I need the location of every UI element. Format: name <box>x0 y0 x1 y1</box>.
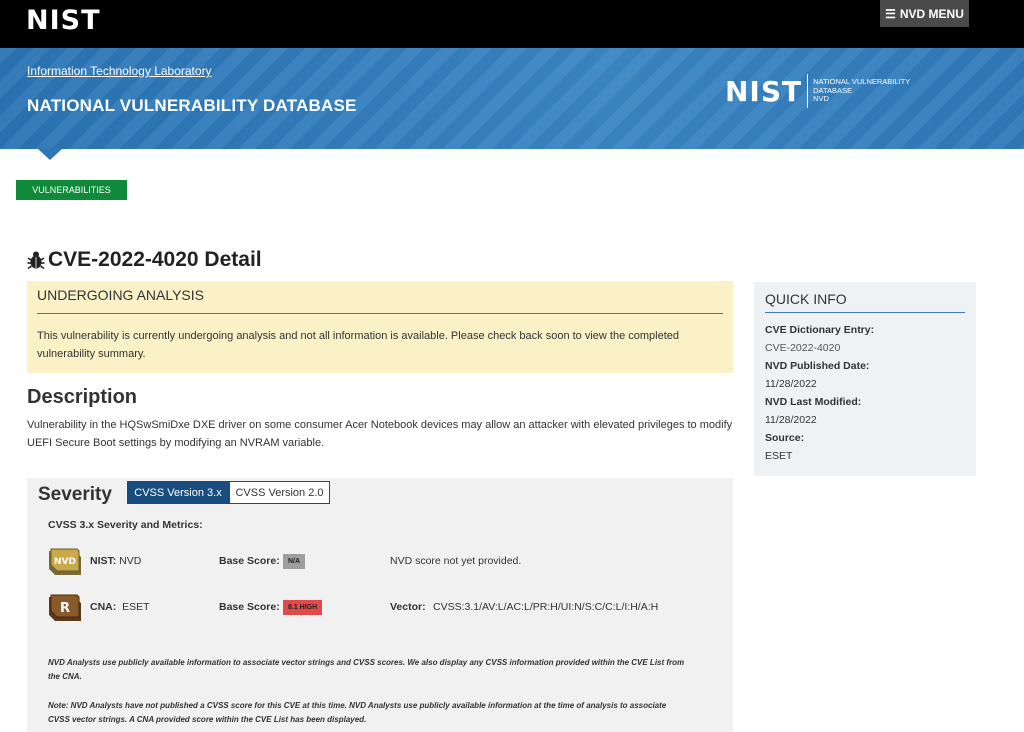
nist-score-note: NVD score not yet provided. <box>390 555 522 567</box>
nvd-menu-button[interactable]: ☰ NVD MENU <box>880 0 969 27</box>
description-text: Vulnerability in the HQSwSmiDxe DXE driv… <box>27 419 733 449</box>
nist-logo[interactable]: NIST <box>26 5 101 36</box>
vector-label: Vector: <box>390 601 426 613</box>
published-date-label: NVD Published Date: <box>765 360 870 372</box>
source-label: Source: <box>765 432 805 444</box>
page-title: CVE-2022-4020 Detail <box>27 248 262 272</box>
tab-cvss-3x[interactable]: CVSS Version 3.x <box>127 481 229 504</box>
cna-badge-icon: R <box>49 594 81 621</box>
nvd-menu-label: NVD MENU <box>899 6 964 21</box>
analysis-text: This vulnerability is currently undergoi… <box>37 330 680 360</box>
cna-score-row: R CNA: ESET Base Score: 8.1 HIGH Vector:… <box>47 593 727 623</box>
cvss-note: Note: NVD Analysts have not published a … <box>48 701 667 724</box>
analysis-divider <box>37 313 723 314</box>
svg-text:NVD: NVD <box>54 557 76 567</box>
cna-score-badge[interactable]: 8.1 HIGH <box>283 600 323 615</box>
last-modified-label: NVD Last Modified: <box>765 396 862 408</box>
quick-info-panel: QUICK INFO CVE Dictionary Entry: CVE-202… <box>754 282 976 476</box>
banner-notch <box>38 149 62 160</box>
severity-panel: Severity CVSS Version 3.x CVSS Version 2… <box>27 478 733 732</box>
last-modified-value: 11/28/2022 <box>765 414 817 426</box>
nvd-badge-icon: NVD <box>49 548 81 575</box>
nvd-analyst-note: NVD Analysts use publicly available info… <box>48 658 685 681</box>
nist-score-badge: N/A <box>283 554 306 569</box>
quick-info-heading: QUICK INFO <box>765 291 847 307</box>
banner: Information Technology Laboratory NATION… <box>0 48 1024 149</box>
severity-heading: Severity <box>38 484 112 505</box>
bug-icon <box>27 251 45 270</box>
base-score-label: Base Score: <box>219 601 280 613</box>
top-bar: NIST ☰ NVD MENU <box>0 0 1024 48</box>
vulnerabilities-tab[interactable]: VULNERABILITIES <box>16 180 127 200</box>
description-heading: Description <box>27 386 138 408</box>
dictionary-entry-link[interactable]: CVE-2022-4020 <box>765 342 840 354</box>
itl-link[interactable]: Information Technology Laboratory <box>27 64 212 78</box>
menu-icon: ☰ <box>885 6 896 21</box>
nvd-logo[interactable]: NIST NATIONAL VULNERABILITY DATABASE NVD <box>725 74 910 108</box>
nvd-title: NATIONAL VULNERABILITY DATABASE <box>27 96 357 115</box>
quick-info-divider <box>765 312 965 313</box>
nvd-logo-text: NATIONAL VULNERABILITY DATABASE NVD <box>813 77 911 104</box>
cna-label: CNA: ESET <box>90 601 150 613</box>
nist-score-row: NVD NIST: NVD Base Score: N/A NVD score … <box>47 547 727 577</box>
analysis-notice: UNDERGOING ANALYSIS This vulnerability i… <box>27 281 733 373</box>
metrics-heading: CVSS 3.x Severity and Metrics: <box>48 519 203 531</box>
nvd-logo-nist: NIST <box>725 74 803 108</box>
published-date-value: 11/28/2022 <box>765 378 817 390</box>
tab-cvss-2[interactable]: CVSS Version 2.0 <box>229 481 330 504</box>
svg-text:R: R <box>60 601 70 616</box>
dictionary-entry-label: CVE Dictionary Entry: <box>765 324 875 336</box>
nvd-logo-divider <box>807 74 809 108</box>
page-title-text: CVE-2022-4020 Detail <box>48 248 262 271</box>
vector-string: CVSS:3.1/AV:L/AC:L/PR:H/UI:N/S:C/C:L/I:H… <box>433 601 659 613</box>
nist-label: NIST: NVD <box>90 555 142 567</box>
source-value: ESET <box>765 450 793 462</box>
analysis-heading: UNDERGOING ANALYSIS <box>37 287 205 303</box>
base-score-label: Base Score: <box>219 555 280 567</box>
